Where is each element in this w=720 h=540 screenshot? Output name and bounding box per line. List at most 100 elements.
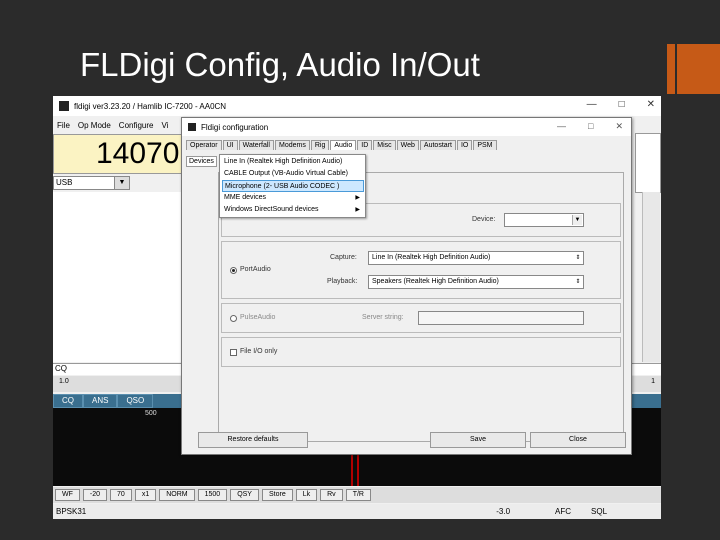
menu-item-cable-output[interactable]: CABLE Output (VB-Audio Virtual Cable): [222, 168, 364, 180]
restore-defaults-button[interactable]: Restore defaults: [198, 432, 308, 448]
menu-item-mme-devices[interactable]: MME devices ▶: [222, 192, 364, 204]
close-icon[interactable]: ✕: [647, 99, 655, 110]
frequency-value: 14070: [96, 137, 180, 170]
app-icon: [59, 101, 69, 111]
tab-psm[interactable]: PSM: [473, 140, 497, 150]
status-mode: BPSK31: [56, 507, 87, 516]
tab-misc[interactable]: Misc: [373, 140, 396, 150]
slide-title: FLDigi Config, Audio In/Out: [80, 46, 480, 83]
capture-dropdown-menu: Line In (Realtek High Definition Audio) …: [219, 154, 366, 218]
audio-subtabs: Devices: [186, 156, 217, 167]
freq-button[interactable]: 1500: [197, 489, 228, 501]
mme-label: MME devices: [224, 194, 267, 201]
file-io-group: File I/O only: [221, 337, 621, 367]
lock-button[interactable]: Lk: [295, 489, 318, 501]
signal-value: 1.0: [59, 378, 69, 385]
afc-label[interactable]: AFC: [555, 507, 571, 516]
device-select[interactable]: ▼: [504, 213, 584, 227]
speed-button[interactable]: NORM: [159, 489, 195, 501]
minimize-icon[interactable]: —: [557, 121, 566, 132]
frequency-display[interactable]: 14070: [53, 134, 183, 174]
server-label: Server string:: [362, 314, 404, 321]
file-io-checkbox[interactable]: [230, 349, 237, 356]
tab-rig[interactable]: Rig: [310, 140, 330, 150]
qsy-button[interactable]: QSY: [230, 489, 259, 501]
status-bar: BPSK31 -3.0 AFC SQL: [53, 504, 661, 519]
zoom-button[interactable]: x1: [134, 489, 157, 501]
ans-button[interactable]: ANS: [83, 394, 118, 408]
menu-item-microphone[interactable]: Microphone (2- USB Audio CODEC ): [222, 180, 364, 192]
waterfall-scale: 500: [145, 410, 157, 417]
minimize-icon[interactable]: —: [587, 99, 597, 110]
tab-operator[interactable]: Operator: [186, 140, 222, 150]
menu-item-line-in[interactable]: Line In (Realtek High Definition Audio): [222, 156, 364, 168]
menu-op-mode[interactable]: Op Mode: [78, 121, 111, 130]
close-icon[interactable]: ✕: [615, 121, 623, 132]
playback-label: Playback:: [327, 278, 358, 285]
pulseaudio-radio[interactable]: [230, 315, 237, 322]
tr-button[interactable]: T/R: [345, 489, 371, 501]
window-controls: — □ ✕: [587, 99, 655, 110]
tab-devices[interactable]: Devices: [186, 156, 217, 167]
menu-configure[interactable]: Configure: [119, 121, 154, 130]
accent-box: [677, 44, 720, 94]
wf-button[interactable]: WF: [55, 489, 80, 501]
sql-label[interactable]: SQL: [591, 507, 607, 516]
chevron-down-icon: ▼: [572, 215, 582, 225]
app-titlebar: fldigi ver3.23.20 / Hamlib IC-7200 - AA0…: [53, 96, 661, 116]
tab-ui[interactable]: UI: [222, 140, 238, 150]
reverse-button[interactable]: Rv: [320, 489, 343, 501]
right-info-panel: [635, 133, 661, 193]
fldigi-screenshot: fldigi ver3.23.20 / Hamlib IC-7200 - AA0…: [53, 96, 661, 519]
pulseaudio-label: PulseAudio: [240, 314, 276, 321]
portaudio-label: PortAudio: [240, 266, 271, 273]
accent-bar: [667, 44, 675, 94]
maximize-icon[interactable]: □: [588, 121, 593, 132]
tab-io[interactable]: IO: [456, 140, 473, 150]
status-value: -3.0: [496, 507, 511, 516]
dialog-titlebar: Fldigi configuration — □ ✕: [182, 118, 631, 136]
save-button[interactable]: Save: [430, 432, 526, 448]
cq-button[interactable]: CQ: [53, 394, 83, 408]
right-counter: 1: [651, 378, 655, 385]
updown-icon[interactable]: ⇕: [573, 252, 583, 264]
range-button[interactable]: 70: [110, 489, 132, 501]
capture-select[interactable]: Line In (Realtek High Definition Audio): [368, 251, 584, 265]
tab-modems[interactable]: Modems: [274, 140, 310, 150]
portaudio-radio[interactable]: [230, 267, 237, 274]
dialog-footer: Restore defaults Save Close: [182, 430, 633, 454]
updown-icon[interactable]: ⇕: [573, 276, 583, 288]
maximize-icon[interactable]: □: [619, 99, 625, 110]
qso-button[interactable]: QSO: [117, 394, 154, 408]
close-button[interactable]: Close: [530, 432, 626, 448]
menu-item-directsound[interactable]: Windows DirectSound devices ▶: [222, 204, 364, 216]
config-dialog: Fldigi configuration — □ ✕ Operator UI W…: [181, 117, 632, 455]
tab-audio[interactable]: Audio: [330, 140, 357, 150]
directsound-label: Windows DirectSound devices: [224, 206, 319, 213]
tab-waterfall[interactable]: Waterfall: [238, 140, 274, 150]
playback-select[interactable]: Speakers (Realtek High Definition Audio): [368, 275, 584, 289]
dialog-tabs: Operator UI Waterfall Modems Rig Audio I…: [186, 140, 498, 150]
tab-autostart[interactable]: Autostart: [419, 140, 456, 150]
portaudio-group: PortAudio Capture: Line In (Realtek High…: [221, 241, 621, 299]
capture-label: Capture:: [330, 254, 357, 261]
waterfall-controls: WF -20 70 x1 NORM 1500 QSY Store Lk Rv T…: [53, 487, 661, 503]
app-title: fldigi ver3.23.20 / Hamlib IC-7200 - AA0…: [74, 101, 227, 111]
menu-file[interactable]: File: [57, 121, 70, 130]
dialog-title: Fldigi configuration: [201, 122, 269, 132]
menu-view[interactable]: Vi: [161, 121, 168, 130]
level-button[interactable]: -20: [82, 489, 108, 501]
chevron-right-icon: ▶: [355, 207, 360, 213]
file-io-label: File I/O only: [240, 348, 278, 355]
chevron-right-icon: ▶: [355, 195, 360, 201]
app-menubar: File Op Mode Configure Vi: [53, 118, 183, 132]
scrollbar[interactable]: [642, 192, 660, 362]
tab-id[interactable]: ID: [357, 140, 373, 150]
log-panel: [53, 192, 183, 362]
server-input[interactable]: [418, 311, 584, 325]
store-button[interactable]: Store: [261, 489, 293, 501]
chevron-down-icon[interactable]: ▼: [114, 176, 130, 190]
device-label: Device:: [472, 216, 496, 223]
tab-web[interactable]: Web: [396, 140, 419, 150]
dialog-icon: [188, 123, 196, 131]
